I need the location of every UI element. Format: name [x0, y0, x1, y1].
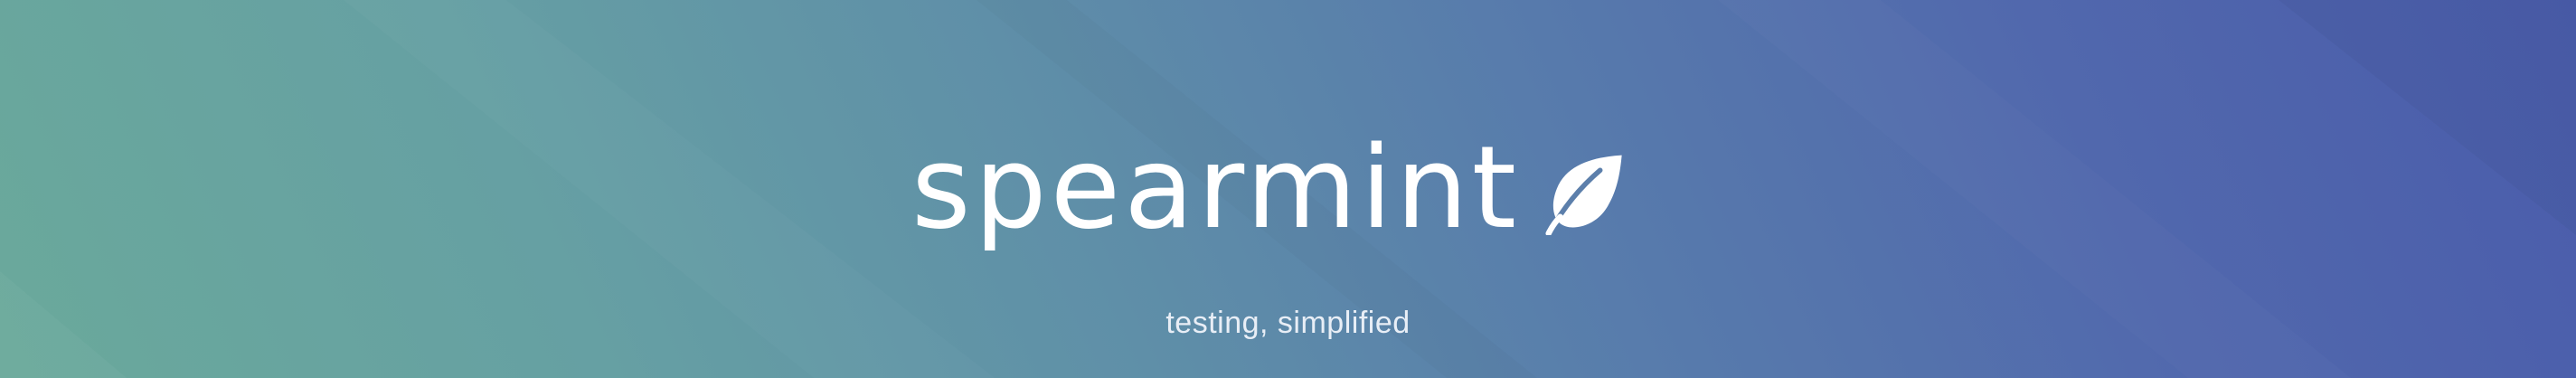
hero-banner: spearmint testing, simplified — [0, 0, 2576, 378]
brand-wordmark: spearmint — [911, 121, 1520, 254]
leaf-icon — [1545, 155, 1622, 235]
logo: spearmint — [0, 116, 2576, 260]
tagline: testing, simplified — [1165, 306, 1411, 340]
